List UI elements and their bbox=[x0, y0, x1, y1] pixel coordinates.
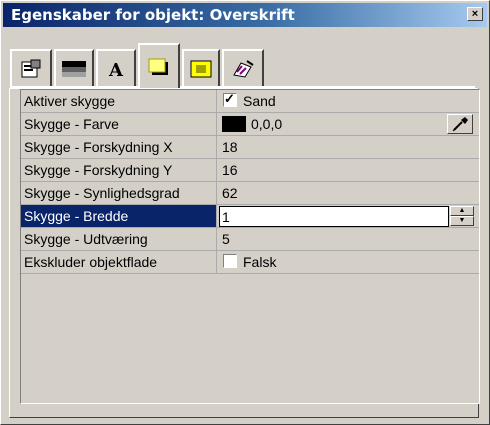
highlight-box-icon bbox=[190, 60, 212, 77]
width-input[interactable] bbox=[220, 207, 448, 226]
shadow-icon bbox=[148, 58, 168, 75]
property-label: Skygge - Forskydning Y bbox=[24, 162, 173, 178]
property-label: Aktiver skygge bbox=[24, 93, 116, 109]
tab-line-fill[interactable] bbox=[54, 49, 94, 86]
properties-icon bbox=[21, 59, 41, 77]
spin-down-button[interactable]: ▼ bbox=[450, 216, 474, 226]
property-value: 5 bbox=[222, 231, 230, 247]
check-mark-icon: ✓ bbox=[224, 91, 235, 106]
property-row-forskydning-x[interactable]: Skygge - Forskydning X 18 bbox=[21, 136, 479, 159]
tab-shadow[interactable] bbox=[138, 43, 180, 88]
property-row-aktiver-skygge[interactable]: Aktiver skygge ✓ Sand bbox=[21, 90, 479, 113]
eyedropper-icon bbox=[452, 117, 468, 132]
checkbox[interactable] bbox=[223, 254, 237, 268]
color-swatch bbox=[222, 116, 246, 132]
tab-highlight-box[interactable] bbox=[182, 49, 220, 86]
value-edit-field[interactable] bbox=[219, 206, 449, 227]
tab-strip: A bbox=[10, 43, 485, 88]
svg-text:A: A bbox=[108, 60, 124, 79]
color-picker-button[interactable] bbox=[447, 114, 473, 134]
arrow-up-icon: ▲ bbox=[458, 207, 466, 214]
property-row-forskydning-y[interactable]: Skygge - Forskydning Y 16 bbox=[21, 159, 479, 182]
property-value: Sand bbox=[243, 93, 276, 109]
property-label: Skygge - Forskydning X bbox=[24, 139, 173, 155]
spin-up-button[interactable]: ▲ bbox=[450, 206, 474, 216]
property-value: 62 bbox=[222, 185, 238, 201]
property-row-synlighedsgrad[interactable]: Skygge - Synlighedsgrad 62 bbox=[21, 182, 479, 205]
property-value: 18 bbox=[222, 139, 238, 155]
property-label: Skygge - Farve bbox=[24, 116, 119, 132]
property-label: Ekskluder objektflade bbox=[24, 254, 158, 270]
text-format-icon: A bbox=[108, 60, 124, 79]
tab-text-format[interactable]: A bbox=[96, 49, 136, 86]
property-row-udtvaering[interactable]: Skygge - Udtværing 5 bbox=[21, 228, 479, 251]
title-bar[interactable]: Egenskaber for objekt: Overskrift × bbox=[3, 3, 487, 27]
property-label: Skygge - Bredde bbox=[24, 208, 129, 224]
spin-control[interactable]: ▲ ▼ bbox=[450, 206, 474, 227]
arrow-down-icon: ▼ bbox=[458, 217, 466, 224]
property-row-farve[interactable]: Skygge - Farve 0,0,0 bbox=[21, 113, 479, 136]
tab-properties[interactable] bbox=[10, 49, 52, 86]
property-label: Skygge - Udtværing bbox=[24, 231, 148, 247]
checkbox[interactable]: ✓ bbox=[223, 91, 237, 107]
property-grid: Aktiver skygge ✓ Sand Skygge - Farve 0,0… bbox=[20, 89, 480, 404]
close-button[interactable]: × bbox=[467, 7, 483, 21]
property-row-ekskluder-objektflade[interactable]: Ekskluder objektflade Falsk bbox=[21, 251, 479, 274]
property-value: 16 bbox=[222, 162, 238, 178]
property-value: Falsk bbox=[243, 254, 277, 270]
line-fill-icon bbox=[62, 60, 86, 77]
property-label: Skygge - Synlighedsgrad bbox=[24, 185, 180, 201]
property-value: 0,0,0 bbox=[251, 116, 283, 132]
property-row-bredde[interactable]: Skygge - Bredde ▲ ▼ bbox=[21, 205, 479, 228]
effects-icon bbox=[233, 59, 254, 78]
tab-effects[interactable] bbox=[222, 49, 264, 86]
window-title: Egenskaber for objekt: Overskrift bbox=[11, 6, 295, 24]
